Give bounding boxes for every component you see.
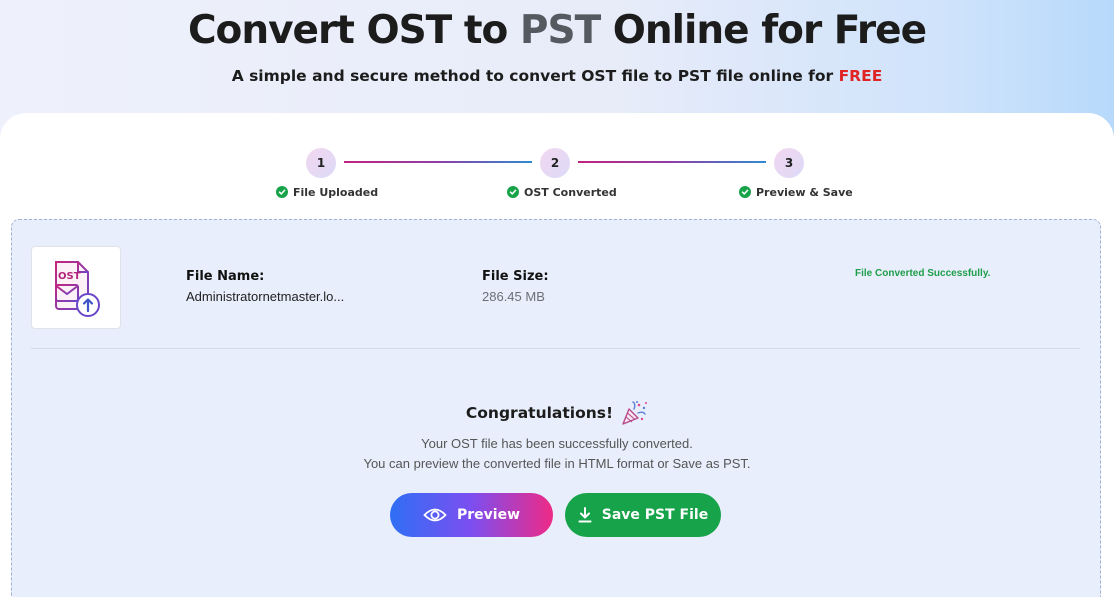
panel-divider [31, 348, 1080, 349]
step-1-circle: 1 [306, 148, 336, 178]
step-connector-2 [578, 161, 766, 163]
success-message-line2: You can preview the converted file in HT… [363, 456, 751, 471]
page-title: Convert OST to PST Online for Free [187, 8, 927, 53]
page-subtitle: A simple and secure method to convert OS… [231, 67, 883, 85]
free-highlight: FREE [838, 67, 883, 85]
step-2-label: OST Converted [507, 184, 617, 200]
file-thumbnail: OST [31, 246, 121, 329]
success-message-line1: Your OST file has been successfully conv… [421, 436, 693, 451]
preview-button[interactable]: Preview [390, 493, 553, 537]
step-3-circle: 3 [774, 148, 804, 178]
ost-file-upload-icon: OST [55, 260, 100, 317]
conversion-status: File Converted Successfully. [855, 268, 991, 279]
step-connector-1 [344, 161, 532, 163]
check-circle-icon [739, 186, 751, 198]
party-popper-icon [622, 401, 648, 425]
file-size-value: 286.45 MB [482, 289, 545, 304]
step-3-label: Preview & Save [739, 184, 853, 200]
download-icon [578, 507, 592, 523]
save-pst-button[interactable]: Save PST File [565, 493, 721, 537]
step-1-label: File Uploaded [276, 184, 378, 200]
step-2-circle: 2 [540, 148, 570, 178]
file-name-label: File Name: [186, 269, 265, 284]
check-circle-icon [507, 186, 519, 198]
eye-icon [423, 508, 447, 522]
svg-text:OST: OST [58, 271, 81, 282]
congrats-heading: Congratulations! [0, 400, 1114, 426]
check-circle-icon [276, 186, 288, 198]
file-name-value: Administratornetmaster.lo... [186, 289, 345, 304]
file-size-label: File Size: [482, 269, 549, 284]
